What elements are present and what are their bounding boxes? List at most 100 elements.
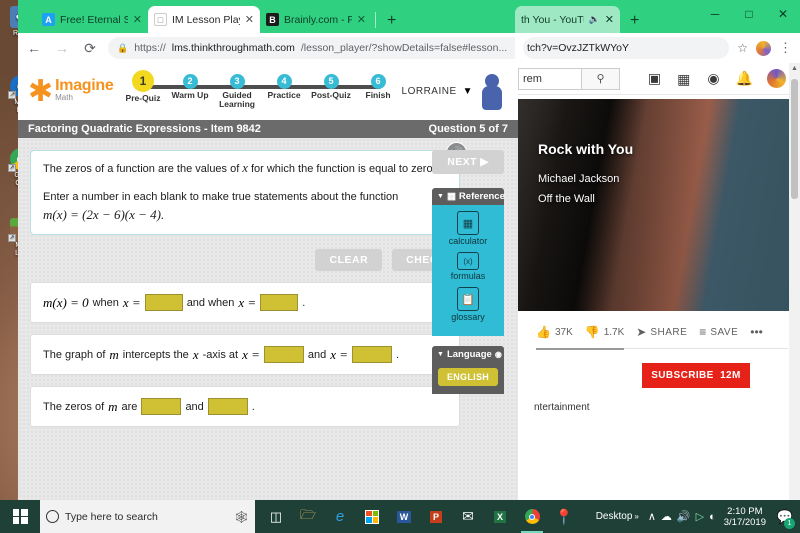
statement-math: x — [192, 346, 199, 362]
subscribe-button[interactable]: SUBSCRIBE 12M — [642, 363, 750, 388]
statement-math: x = — [122, 294, 141, 310]
language-english-button[interactable]: ENGLISH — [437, 368, 499, 386]
onedrive-icon[interactable]: ☁ — [661, 510, 672, 523]
dislike-button[interactable]: 👎 1.7K — [585, 325, 625, 339]
statement-text: and when — [186, 296, 235, 309]
bookmark-star-icon[interactable]: ☆ — [737, 41, 748, 55]
back-button[interactable]: ← — [24, 40, 44, 56]
step-label: Practice — [267, 90, 301, 100]
statement-text: . — [251, 400, 255, 413]
address-bar[interactable]: tch?v=OvzJZTkWYoY — [523, 37, 730, 59]
more-actions-button[interactable]: ••• — [750, 325, 763, 339]
microsoft-store-icon[interactable] — [357, 500, 387, 533]
tab-mute-icon[interactable]: 🔈 — [589, 14, 600, 25]
taskbar-search-input[interactable]: Type here to search 🕸 — [40, 500, 255, 533]
excel-icon[interactable]: X — [485, 500, 515, 533]
user-menu[interactable]: LORRAINE ▼ — [402, 73, 511, 110]
step-practice[interactable]: 4 Practice — [261, 74, 308, 109]
chrome-menu-icon[interactable]: ⋮ — [779, 40, 792, 56]
edge-icon[interactable]: e — [325, 500, 355, 533]
reference-icon: ▦ — [446, 191, 456, 202]
minimize-button[interactable]: ─ — [698, 0, 732, 27]
word-icon[interactable]: W — [389, 500, 419, 533]
notifications-bell-icon[interactable]: 🔔 — [728, 70, 761, 87]
messages-icon[interactable]: ◉ — [699, 70, 727, 87]
scrollbar-thumb[interactable] — [791, 79, 798, 199]
chrome-icon[interactable] — [517, 500, 547, 533]
next-button[interactable]: NEXT ▶ — [432, 150, 504, 174]
resource-calculator[interactable]: ▦ calculator — [432, 211, 504, 246]
language-panel-tab[interactable]: ▼ Language ◉ — [432, 346, 504, 363]
taskbar-clock[interactable]: 2:10 PM 3/17/2019 — [721, 506, 769, 528]
chevron-right-icon[interactable]: » — [634, 512, 638, 521]
clear-button[interactable]: CLEAR — [315, 249, 383, 271]
share-button[interactable]: ➤ SHARE — [636, 325, 687, 339]
powerpoint-icon[interactable]: P — [421, 500, 451, 533]
volume-icon[interactable]: 🔊 — [677, 510, 691, 523]
new-tab-button[interactable]: + — [630, 12, 639, 30]
browser-tab-brainly[interactable]: B Brainly.com - For st ✕ — [260, 6, 372, 33]
resource-glossary[interactable]: 📋 glossary — [432, 287, 504, 322]
youtube-avatar[interactable] — [767, 69, 786, 88]
tray-expand-caret-icon[interactable]: ∧ — [648, 510, 656, 523]
wifi-icon[interactable]: ◐ — [709, 511, 716, 523]
browser-tab-im-lesson-player[interactable]: □ IM Lesson Player ✕ — [148, 6, 260, 33]
url-scheme: https:// — [134, 42, 166, 54]
resource-formulas[interactable]: (x) formulas — [432, 252, 504, 281]
step-finish[interactable]: 6 Finish — [355, 74, 402, 109]
battery-icon[interactable]: ▷ — [696, 510, 704, 523]
answer-input-3a[interactable] — [141, 398, 182, 415]
tab-close-icon[interactable]: ✕ — [605, 13, 614, 26]
chevron-down-icon[interactable]: ▼ — [437, 193, 444, 200]
file-explorer-icon[interactable]: 🗁 — [293, 500, 323, 533]
step-pre-quiz[interactable]: 1 Pre-Quiz — [120, 70, 167, 109]
apps-grid-icon[interactable]: ▦ — [669, 72, 699, 86]
maps-icon[interactable]: 📍 — [549, 500, 579, 533]
reload-button[interactable]: ⟳ — [80, 40, 100, 57]
answer-input-2a[interactable] — [263, 346, 304, 363]
youtube-action-row: 👍 37K 👎 1.7K ➤ SHARE ≡ SAVE ••• — [518, 311, 800, 339]
statement-text: -axis at — [202, 348, 239, 361]
shortcut-arrow-icon: ↗ — [8, 234, 16, 242]
scroll-up-arrow-icon[interactable]: ▲ — [789, 65, 800, 72]
browser-tab-youtube[interactable]: th You - YouTube 🔈 ✕ — [515, 6, 620, 33]
clock-date: 3/17/2019 — [723, 516, 766, 528]
step-number: 3 — [229, 74, 245, 89]
profile-avatar[interactable] — [756, 40, 771, 56]
new-tab-button[interactable]: + — [387, 12, 396, 30]
answer-input-3b[interactable] — [207, 398, 248, 415]
tab-close-icon[interactable]: ✕ — [357, 13, 366, 26]
youtube-video-player[interactable]: Rock with You Michael Jackson Off the Wa… — [518, 99, 791, 311]
task-view-icon[interactable]: ◫ — [261, 500, 291, 533]
create-video-icon[interactable]: ▣ — [640, 70, 669, 87]
maximize-button[interactable]: □ — [732, 0, 766, 27]
youtube-search-button[interactable]: ⚲ — [582, 67, 620, 90]
tab-close-icon[interactable]: ✕ — [133, 13, 142, 26]
avatar[interactable] — [479, 73, 505, 110]
close-window-button[interactable]: ✕ — [766, 0, 800, 27]
answer-statement-2: The graph of m intercepts the x -axis at… — [30, 334, 460, 375]
lesson-content-column: 🔊 The zeros of a function are the values… — [30, 142, 467, 427]
answer-input-2b[interactable] — [352, 346, 393, 363]
desktop-label-group[interactable]: Desktop » — [592, 511, 643, 522]
microphone-icon[interactable]: 🕸 — [234, 510, 249, 524]
forward-button[interactable]: → — [52, 40, 72, 56]
lesson-right-rail: NEXT ▶ ▼ ▦ Reference ▦ calculator (x) fo… — [432, 150, 505, 394]
answer-input-1a[interactable] — [144, 294, 183, 311]
mail-icon[interactable]: ✉ — [453, 500, 483, 533]
step-post-quiz[interactable]: 5 Post-Quiz — [308, 74, 355, 109]
answer-input-1b[interactable] — [260, 294, 299, 311]
save-button[interactable]: ≡ SAVE — [699, 325, 738, 339]
step-guided-learning[interactable]: 3 Guided Learning — [214, 74, 261, 109]
step-warm-up[interactable]: 2 Warm Up — [167, 74, 214, 109]
start-button[interactable] — [0, 500, 40, 533]
chevron-down-icon[interactable]: ▼ — [437, 351, 444, 358]
tab-close-icon[interactable]: ✕ — [245, 13, 254, 26]
youtube-scrollbar[interactable]: ▲ — [789, 63, 800, 505]
action-center-button[interactable]: 💬 1 — [774, 500, 796, 533]
reference-panel-tab[interactable]: ▼ ▦ Reference — [432, 188, 505, 205]
chevron-down-icon[interactable]: ▼ — [463, 86, 473, 97]
like-button[interactable]: 👍 37K — [536, 325, 573, 339]
browser-tab-free-eternal-summer[interactable]: A Free! Eternal Summ ✕ — [36, 6, 148, 33]
youtube-search-input[interactable]: rem — [518, 67, 582, 90]
